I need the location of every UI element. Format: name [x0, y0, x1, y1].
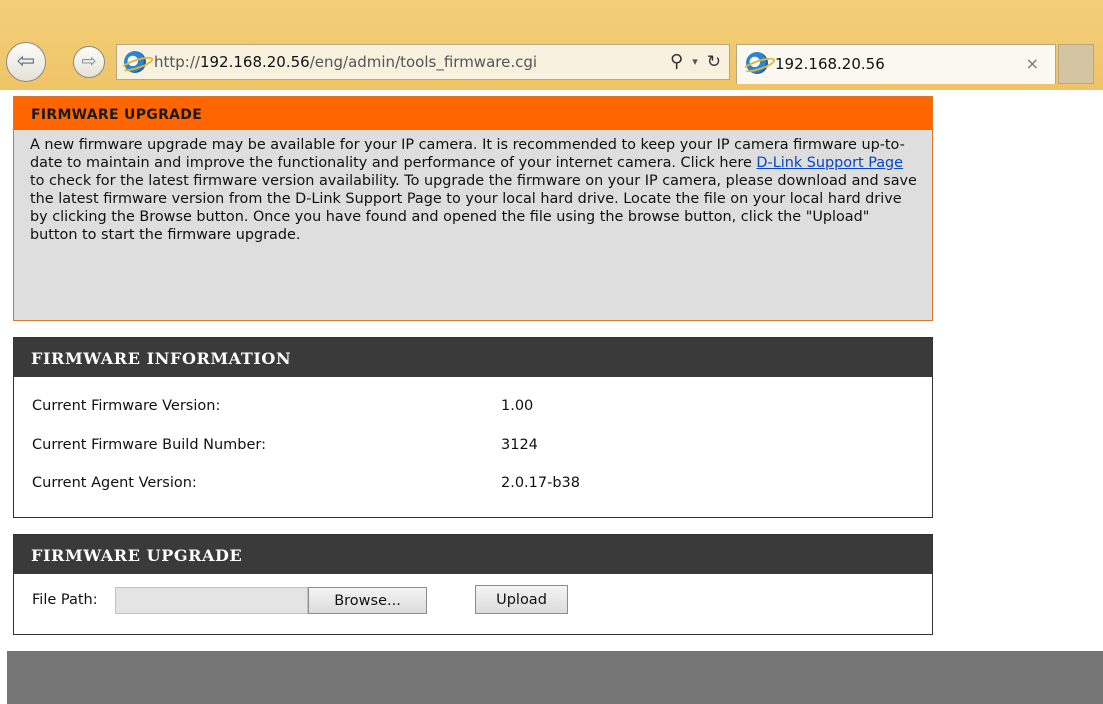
forward-arrow-icon: ⇨ — [81, 51, 97, 72]
address-tools: ⚲ ▾ ↻ — [670, 51, 721, 72]
search-icon[interactable]: ⚲ — [670, 51, 683, 72]
back-arrow-icon: ⇦ — [16, 49, 36, 74]
new-tab-button[interactable] — [1058, 44, 1094, 84]
browse-button[interactable]: Browse... — [308, 587, 427, 614]
browser-chrome: ⇦ ⇨ http://192.168.20.56/eng/admin/tools… — [0, 0, 1103, 90]
browser-tab[interactable]: 192.168.20.56 × — [736, 44, 1056, 84]
agent-version-value: 2.0.17-b38 — [501, 475, 581, 491]
url-host: 192.168.20.56 — [199, 53, 310, 71]
forward-button[interactable]: ⇨ — [73, 46, 105, 78]
build-number-value: 3124 — [501, 437, 538, 453]
file-path-label: File Path: — [32, 592, 98, 608]
firmware-info-title: FIRMWARE INFORMATION — [14, 338, 932, 377]
tab-title: 192.168.20.56 — [775, 55, 885, 73]
address-bar[interactable]: http://192.168.20.56/eng/admin/tools_fir… — [116, 44, 730, 80]
firmware-version-label: Current Firmware Version: — [32, 398, 221, 414]
url-prefix: http:// — [154, 53, 200, 71]
support-page-link[interactable]: D-Link Support Page — [756, 155, 903, 171]
intro-text-part2: to check for the latest firmware version… — [30, 173, 917, 243]
dropdown-icon[interactable]: ▾ — [692, 55, 698, 68]
firmware-info-panel: FIRMWARE INFORMATION Current Firmware Ve… — [13, 337, 933, 518]
intro-text: A new firmware upgrade may be available … — [14, 130, 932, 244]
upload-button[interactable]: Upload — [475, 585, 568, 614]
intro-panel: FIRMWARE UPGRADE A new firmware upgrade … — [13, 96, 933, 321]
address-url[interactable]: http://192.168.20.56/eng/admin/tools_fir… — [154, 53, 537, 71]
firmware-upgrade-panel: FIRMWARE UPGRADE File Path: Browse... Up… — [13, 534, 933, 635]
close-icon[interactable]: × — [1026, 54, 1039, 73]
ie-page-icon — [124, 51, 146, 73]
refresh-icon[interactable]: ↻ — [707, 52, 721, 72]
agent-version-label: Current Agent Version: — [32, 475, 197, 491]
back-button[interactable]: ⇦ — [6, 42, 46, 82]
file-path-input[interactable] — [115, 587, 308, 614]
ie-tab-icon — [746, 52, 768, 74]
firmware-version-value: 1.00 — [501, 398, 534, 414]
firmware-upgrade-title: FIRMWARE UPGRADE — [14, 535, 932, 574]
url-path: /eng/admin/tools_firmware.cgi — [309, 53, 538, 71]
intro-panel-title: FIRMWARE UPGRADE — [14, 97, 932, 130]
footer-bar — [7, 651, 1103, 704]
build-number-label: Current Firmware Build Number: — [32, 437, 267, 453]
